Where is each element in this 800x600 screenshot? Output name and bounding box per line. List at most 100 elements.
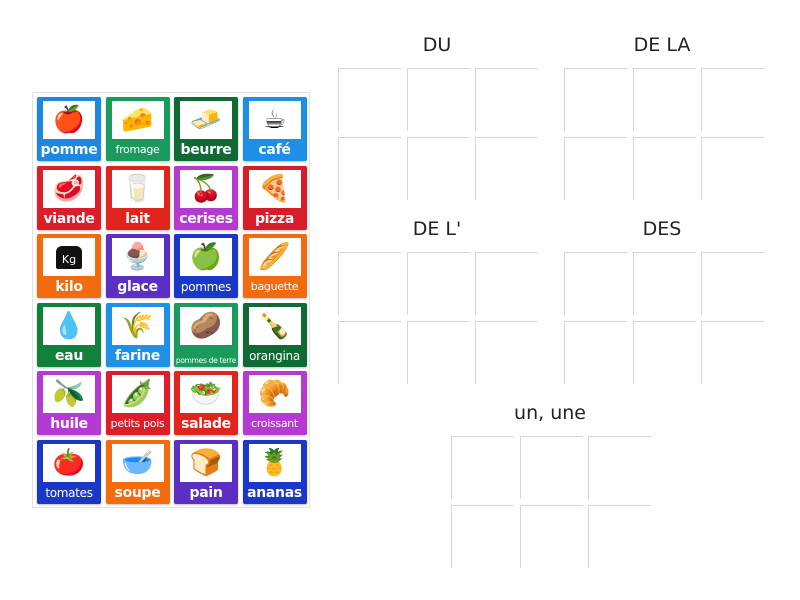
card-petits-pois[interactable]: 🫛 petits pois — [105, 371, 170, 435]
card-farine[interactable]: 🌾 farine — [105, 302, 170, 367]
drop-slot[interactable] — [338, 137, 401, 200]
card-cerises[interactable]: 🍒 cerises — [174, 165, 238, 230]
apple-icon: 🍎 — [43, 101, 95, 139]
orangina-bottle-icon: 🍾 — [248, 306, 301, 345]
baguette-icon-glyph: 🥖 — [258, 242, 291, 272]
apples-icon-glyph: 🍏 — [189, 242, 223, 272]
tomatoes-icon-glyph: 🍅 — [52, 447, 86, 478]
card-label: glace — [117, 279, 158, 295]
card-label: croissant — [251, 417, 298, 430]
pizza-icon-glyph: 🍕 — [258, 173, 291, 204]
drop-slot[interactable] — [701, 252, 764, 315]
drop-slot[interactable] — [338, 68, 401, 131]
card-salade[interactable]: 🥗 salade — [174, 371, 238, 435]
drop-slot[interactable] — [701, 321, 764, 384]
card-café[interactable]: ☕ café — [242, 97, 307, 161]
meat-icon-glyph: 🥩 — [52, 173, 86, 204]
drop-slot[interactable] — [632, 252, 696, 315]
potatoes-icon-glyph: 🥔 — [189, 310, 223, 341]
drop-slot[interactable] — [338, 321, 401, 384]
drop-slot[interactable] — [475, 137, 538, 200]
drop-slot[interactable] — [475, 252, 538, 315]
card-pomme[interactable]: 🍎 pomme — [37, 97, 101, 161]
drop-slot[interactable] — [632, 68, 696, 131]
group-title: un, une — [514, 402, 586, 424]
cherries-icon-glyph: 🍒 — [189, 173, 223, 204]
peas-icon-glyph: 🫛 — [121, 379, 154, 409]
card-ananas[interactable]: 🍍 ananas — [242, 439, 307, 504]
card-croissant[interactable]: 🥐 croissant — [242, 371, 307, 435]
card-eau[interactable]: 💧 eau — [37, 302, 101, 367]
group-title: DU — [422, 34, 452, 56]
card-pain[interactable]: 🍞 pain — [174, 439, 238, 504]
ice-cream-icon-glyph: 🍨 — [121, 242, 154, 272]
drop-slot[interactable] — [519, 436, 583, 499]
croissant-icon-glyph: 🥐 — [258, 379, 291, 409]
drop-slot[interactable] — [338, 252, 401, 315]
coffee-icon: ☕ — [248, 101, 301, 139]
card-baguette[interactable]: 🥖 baguette — [242, 234, 307, 298]
drop-slot[interactable] — [451, 505, 514, 568]
drop-slot[interactable] — [451, 436, 514, 499]
soup-icon-glyph: 🥣 — [121, 447, 154, 478]
drop-slot[interactable] — [588, 436, 651, 499]
card-glace[interactable]: 🍨 glace — [105, 234, 170, 298]
drop-slot[interactable] — [701, 137, 764, 200]
baguette-icon: 🥖 — [248, 238, 301, 276]
water-icon: 💧 — [43, 306, 95, 345]
card-soupe[interactable]: 🥣 soupe — [105, 439, 170, 504]
card-label: café — [258, 142, 291, 158]
drop-slot[interactable] — [701, 68, 764, 131]
card-pommes-de-terre[interactable]: 🥔 pommes de terre — [174, 302, 238, 367]
cheese-icon: 🧀 — [111, 101, 164, 139]
card-label: pain — [189, 484, 223, 501]
card-label: orangina — [249, 348, 300, 363]
ice-cream-icon: 🍨 — [111, 238, 164, 276]
card-label: kilo — [55, 279, 83, 295]
card-kilo[interactable]: Kg kilo — [37, 234, 101, 298]
kilo-weight-icon-glyph: Kg — [55, 245, 83, 269]
card-beurre[interactable]: 🧈 beurre — [174, 97, 238, 161]
drop-slot[interactable] — [564, 137, 627, 200]
drop-slot[interactable] — [475, 68, 538, 131]
drop-slot[interactable] — [406, 68, 470, 131]
apple-icon-glyph: 🍎 — [52, 105, 86, 135]
card-huile[interactable]: 🫒 huile — [37, 371, 101, 435]
card-tomates[interactable]: 🍅 tomates — [37, 439, 101, 504]
card-label: pomme — [40, 142, 98, 158]
drop-slot[interactable] — [632, 137, 696, 200]
card-pizza[interactable]: 🍕 pizza — [242, 165, 307, 230]
card-viande[interactable]: 🥩 viande — [37, 165, 101, 230]
card-label: viande — [43, 210, 95, 227]
card-label: beurre — [180, 142, 232, 158]
drop-slot[interactable] — [564, 321, 627, 384]
drop-slot[interactable] — [519, 505, 583, 568]
potatoes-icon: 🥔 — [180, 306, 232, 345]
drop-slot[interactable] — [632, 321, 696, 384]
card-label: petits pois — [110, 417, 165, 430]
drop-slot[interactable] — [406, 137, 470, 200]
card-label: soupe — [114, 484, 161, 501]
drop-slot[interactable] — [564, 252, 627, 315]
pineapple-icon: 🍍 — [248, 443, 301, 482]
cherries-icon: 🍒 — [180, 169, 232, 208]
card-label: pommes — [180, 280, 232, 294]
apples-icon: 🍏 — [180, 238, 232, 276]
coffee-icon-glyph: ☕ — [262, 105, 287, 135]
drop-slot[interactable] — [475, 321, 538, 384]
card-fromage[interactable]: 🧀 fromage — [105, 97, 170, 161]
drop-slot[interactable] — [564, 68, 627, 131]
flour-icon-glyph: 🌾 — [121, 310, 154, 341]
group-title: DE L' — [412, 218, 462, 240]
card-orangina[interactable]: 🍾 orangina — [242, 302, 307, 367]
drop-slot[interactable] — [588, 505, 651, 568]
drop-slot[interactable] — [406, 252, 470, 315]
card-label: cerises — [179, 210, 233, 227]
card-lait[interactable]: 🥛 lait — [105, 165, 170, 230]
card-label: eau — [54, 347, 83, 364]
card-pommes[interactable]: 🍏 pommes — [174, 234, 238, 298]
group-title: DES — [642, 218, 682, 240]
milk-icon: 🥛 — [111, 169, 164, 208]
drop-slot[interactable] — [406, 321, 470, 384]
pineapple-icon-glyph: 🍍 — [258, 447, 291, 478]
